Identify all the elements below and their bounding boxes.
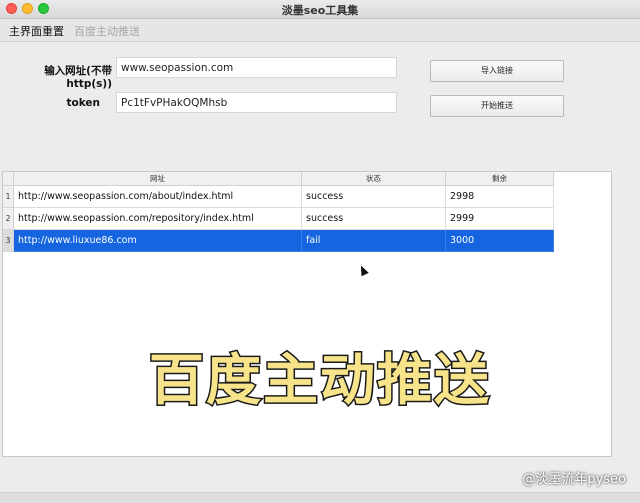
column-header-status[interactable]: 状态: [302, 172, 446, 186]
column-header-remaining[interactable]: 剩余: [446, 172, 554, 186]
row-number: 3: [3, 230, 14, 252]
row-number: 1: [3, 186, 14, 208]
start-push-button[interactable]: 开始推送: [430, 95, 564, 117]
token-input[interactable]: [116, 92, 397, 113]
token-label: token: [66, 97, 100, 109]
watermark: @淡墨流年pyseo: [522, 472, 626, 487]
status-bar: [0, 492, 640, 503]
remaining-cell[interactable]: 2999: [446, 208, 554, 230]
tab-main-reset[interactable]: 主界面重置: [9, 23, 64, 39]
table-corner: [3, 172, 14, 186]
row-number: 2: [3, 208, 14, 230]
column-header-url[interactable]: 网址: [14, 172, 302, 186]
window-title: 淡墨seo工具集: [281, 4, 359, 17]
url-input[interactable]: [116, 57, 397, 78]
url-cell[interactable]: http://www.seopassion.com/repository/ind…: [14, 208, 302, 230]
tab-baidu-push[interactable]: 百度主动推送: [74, 23, 140, 39]
status-cell[interactable]: fail: [302, 230, 446, 252]
url-cell[interactable]: http://www.liuxue86.com: [14, 230, 302, 252]
remaining-cell[interactable]: 3000: [446, 230, 554, 252]
video-caption-overlay: 百度主动推送: [147, 347, 491, 414]
import-links-button[interactable]: 导入链接: [430, 60, 564, 82]
status-cell[interactable]: success: [302, 208, 446, 230]
remaining-cell[interactable]: 2998: [446, 186, 554, 208]
tab-bar: 主界面重置 百度主动推送: [0, 19, 640, 42]
title-bar: 淡墨seo工具集: [0, 0, 640, 19]
status-cell[interactable]: success: [302, 186, 446, 208]
url-cell[interactable]: http://www.seopassion.com/about/index.ht…: [14, 186, 302, 208]
url-label: 输入网址(不带http(s)): [44, 65, 112, 90]
